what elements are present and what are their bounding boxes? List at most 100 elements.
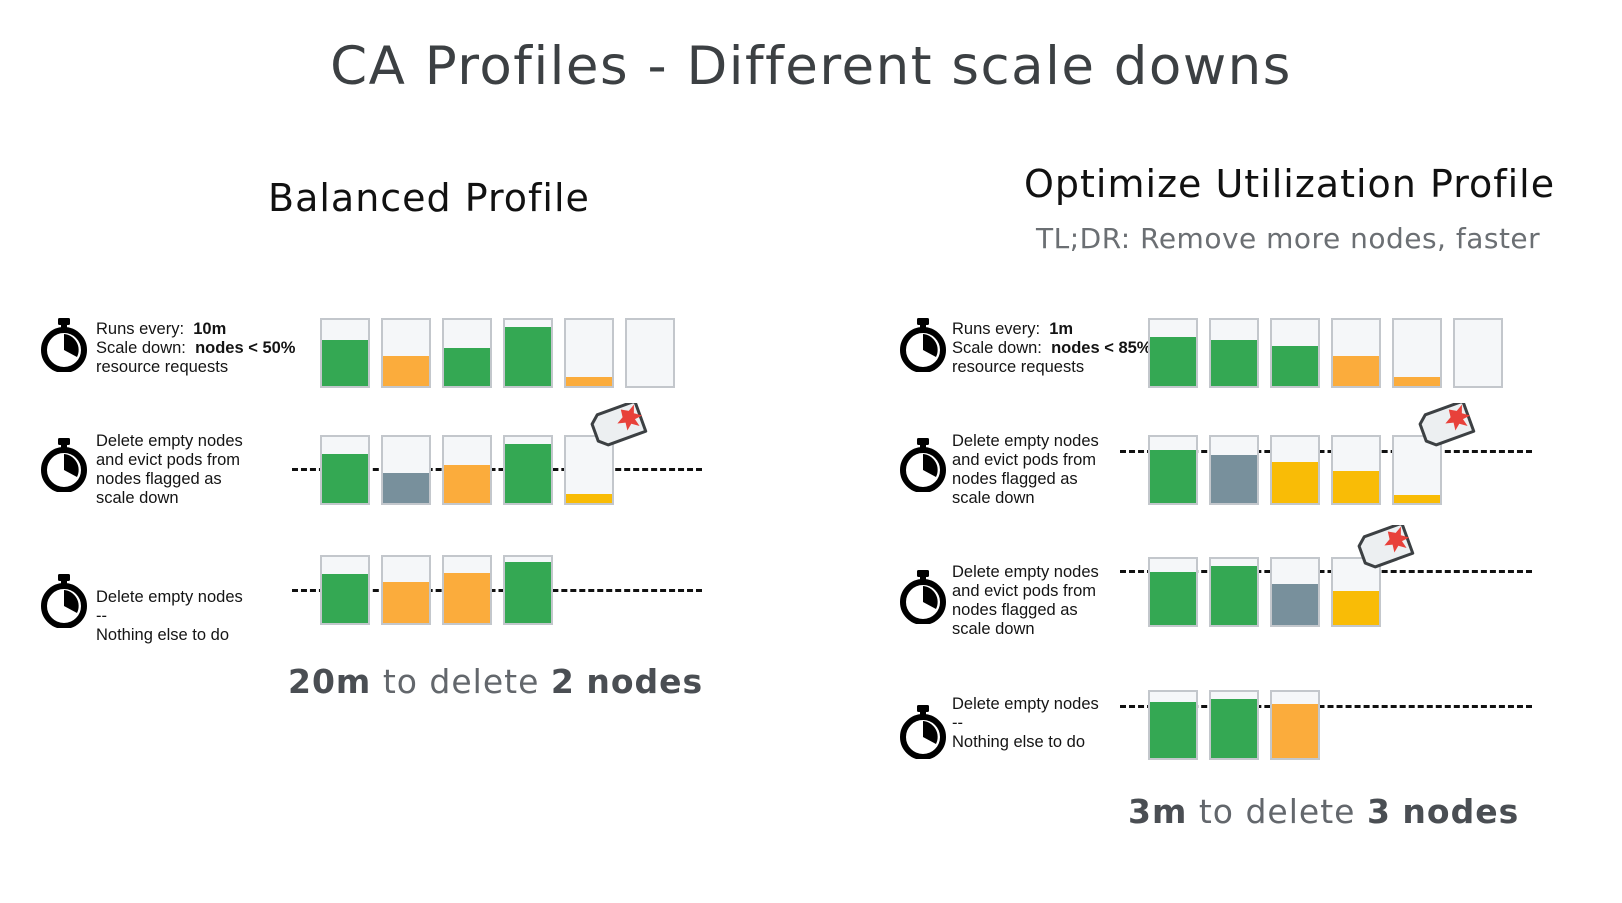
node-bar[interactable] <box>320 318 370 388</box>
node-bar[interactable] <box>1270 557 1320 627</box>
step-line: and evict pods from <box>96 451 243 470</box>
step-line-label: -- <box>96 607 107 625</box>
node-bar[interactable] <box>1148 318 1198 388</box>
step-line: resource requests <box>952 358 1151 377</box>
node-bar[interactable] <box>1148 557 1198 627</box>
step-line-label: scale down <box>96 489 179 507</box>
step-line: Scale down: nodes < 85% <box>952 339 1151 358</box>
node-bar[interactable] <box>503 435 553 505</box>
step-line-label: Delete empty nodes <box>952 563 1099 581</box>
node-group <box>320 399 648 505</box>
node-utilization-fill <box>1333 471 1379 503</box>
node-utilization-fill <box>1394 376 1440 386</box>
node-bar[interactable] <box>442 318 492 388</box>
node-bar[interactable] <box>564 318 614 388</box>
node-bar[interactable] <box>381 555 431 625</box>
right-caption-tail: nodes <box>1402 792 1520 831</box>
node-utilization-fill <box>383 356 429 386</box>
node-bar[interactable] <box>381 318 431 388</box>
step-line-label: Scale down: <box>952 339 1042 357</box>
node-utilization-fill <box>444 572 490 623</box>
node-bar[interactable] <box>625 318 675 388</box>
node-bar[interactable] <box>1209 690 1259 760</box>
node-bar[interactable] <box>1392 318 1442 388</box>
step-line-value: nodes < 50% <box>195 339 296 357</box>
scale-down-tag-icon <box>1416 399 1478 452</box>
stopwatch-icon <box>895 316 951 373</box>
step-line: Runs every: 10m <box>96 320 295 339</box>
right-caption-time: 3m <box>1128 792 1188 831</box>
node-bar[interactable] <box>1270 435 1320 505</box>
step-line-value: nodes < 85% <box>1051 339 1152 357</box>
left-caption-time: 20m <box>288 662 372 701</box>
step-line: nodes flagged as <box>952 470 1099 489</box>
step-line: and evict pods from <box>952 451 1099 470</box>
left-column-heading: Balanced Profile <box>268 176 590 220</box>
node-group <box>1148 521 1415 627</box>
step-description: Delete empty nodes -- Nothing else to do <box>952 695 1099 752</box>
step-line-label: Runs every: <box>952 320 1041 338</box>
step-description: Delete empty nodes and evict pods from nod… <box>96 432 243 508</box>
node-utilization-fill <box>505 443 551 503</box>
step-line: Delete empty nodes <box>96 432 243 451</box>
node-group <box>320 318 686 388</box>
node-bar[interactable] <box>1453 318 1503 388</box>
node-bar[interactable] <box>1331 435 1381 505</box>
stopwatch-icon <box>895 703 951 760</box>
step-line: Delete empty nodes <box>96 588 243 607</box>
scale-down-tag-icon <box>588 399 650 452</box>
step-line: nodes flagged as <box>96 470 243 489</box>
node-utilization-fill <box>566 494 612 503</box>
node-utilization-fill <box>1211 339 1257 386</box>
node-utilization-fill <box>1150 450 1196 503</box>
node-bar[interactable] <box>503 318 553 388</box>
node-bar[interactable] <box>1148 435 1198 505</box>
node-bar[interactable] <box>1270 318 1320 388</box>
step-line-label: -- <box>952 714 963 732</box>
node-group <box>1148 399 1476 505</box>
step-line: Delete empty nodes <box>952 695 1099 714</box>
node-utilization-fill <box>1394 495 1440 503</box>
node-bar[interactable] <box>1209 318 1259 388</box>
step-line: resource requests <box>96 358 295 377</box>
left-column-caption: 20m to delete 2 nodes <box>288 662 703 701</box>
node-bar[interactable] <box>1331 318 1381 388</box>
node-bar[interactable] <box>1148 690 1198 760</box>
step-line-label: nodes flagged as <box>96 470 222 488</box>
step-line: Delete empty nodes <box>952 432 1099 451</box>
stopwatch-icon <box>36 572 92 629</box>
step-line-label: scale down <box>952 620 1035 638</box>
step-description: Runs every: 1m Scale down: nodes < 85% res… <box>952 320 1151 377</box>
node-utilization-fill <box>444 464 490 503</box>
node-bar[interactable] <box>320 555 370 625</box>
node-bar[interactable] <box>320 435 370 505</box>
node-utilization-fill <box>444 347 490 386</box>
step-line-value: 1m <box>1049 320 1074 338</box>
step-line: Runs every: 1m <box>952 320 1151 339</box>
node-utilization-fill <box>1333 356 1379 386</box>
node-utilization-fill <box>1272 462 1318 503</box>
step-line-label: Delete empty nodes <box>952 695 1099 713</box>
step-line: nodes flagged as <box>952 601 1099 620</box>
node-bar[interactable] <box>503 555 553 625</box>
step-line: Scale down: nodes < 50% <box>96 339 295 358</box>
node-bar[interactable] <box>442 555 492 625</box>
node-bar[interactable] <box>442 435 492 505</box>
node-group <box>1148 690 1331 760</box>
node-utilization-fill <box>505 326 551 386</box>
node-bar[interactable] <box>1209 435 1259 505</box>
step-line-label: Delete empty nodes <box>952 432 1099 450</box>
node-utilization-fill <box>322 339 368 386</box>
node-bar[interactable] <box>1270 690 1320 760</box>
step-line: and evict pods from <box>952 582 1099 601</box>
node-utilization-fill <box>566 376 612 386</box>
node-bar[interactable] <box>381 435 431 505</box>
step-line: Delete empty nodes <box>952 563 1099 582</box>
step-line-label: and evict pods from <box>952 582 1096 600</box>
step-line-label: resource requests <box>952 358 1085 376</box>
node-utilization-fill <box>1150 572 1196 625</box>
step-line-label: Nothing else to do <box>96 626 230 644</box>
left-caption-middle: to delete <box>382 662 540 701</box>
step-line-label: Scale down: <box>96 339 186 357</box>
node-bar[interactable] <box>1209 557 1259 627</box>
